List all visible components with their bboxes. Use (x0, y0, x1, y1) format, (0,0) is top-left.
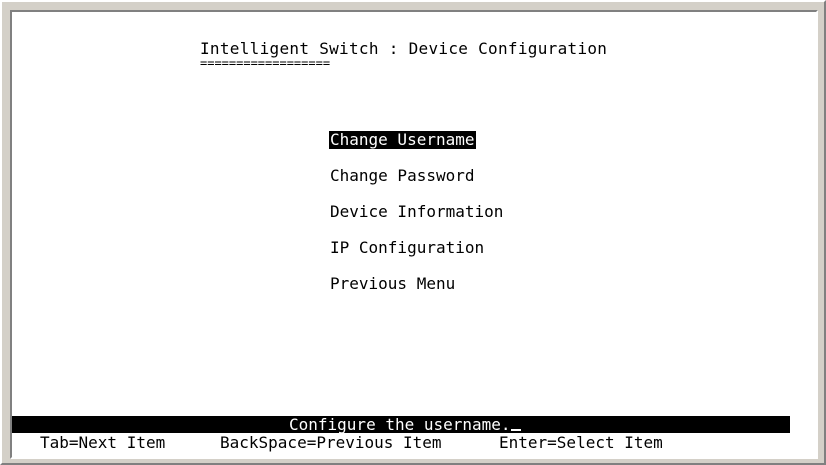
status-bar: Configure the username. (12, 416, 790, 433)
help-previous-item: BackSpace=Previous Item (220, 433, 442, 452)
help-select-item: Enter=Select Item (499, 433, 663, 452)
menu-item-device-information[interactable]: Device Information (329, 203, 504, 221)
title-underline: ================== (200, 56, 331, 70)
help-next-item: Tab=Next Item (40, 433, 166, 452)
menu-item-change-username[interactable]: Change Username (329, 131, 476, 149)
menu-item-change-password[interactable]: Change Password (329, 167, 476, 185)
menu-item-previous-menu[interactable]: Previous Menu (329, 275, 456, 293)
menu-item-ip-configuration[interactable]: IP Configuration (329, 239, 485, 257)
status-message-wrap: Configure the username. (289, 416, 521, 433)
terminal-window: Intelligent Switch : Device Configuratio… (0, 0, 826, 465)
text-cursor (510, 429, 521, 431)
status-message: Configure the username. (289, 415, 511, 434)
terminal-screen[interactable]: Intelligent Switch : Device Configuratio… (10, 10, 818, 459)
